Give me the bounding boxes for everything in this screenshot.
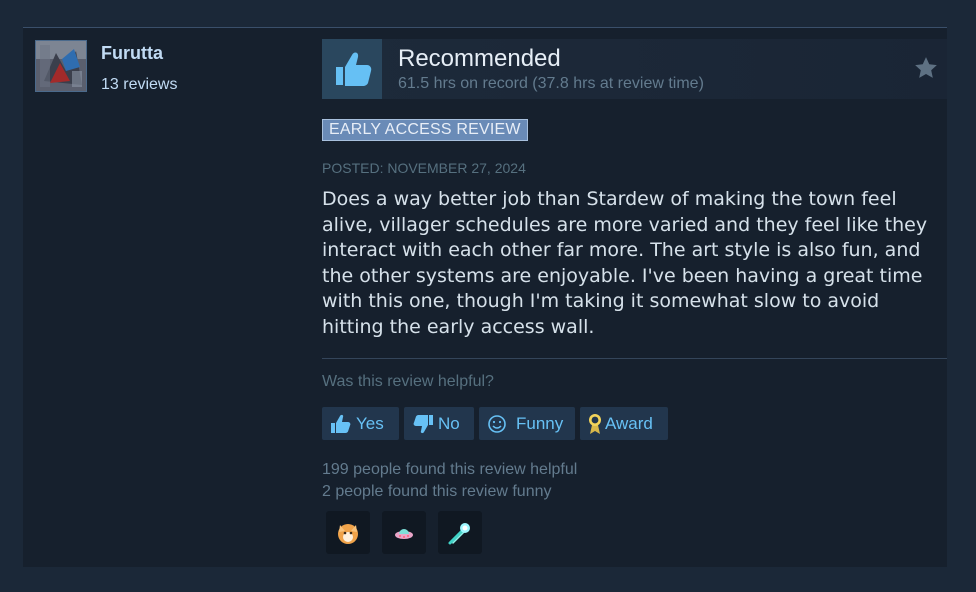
award-label: Award — [605, 413, 653, 433]
recommendation-header: Recommended 61.5 hrs on record (37.8 hrs… — [322, 39, 947, 99]
fox-award-icon[interactable] — [326, 511, 370, 554]
comet-award-icon[interactable] — [438, 511, 482, 554]
reviewer-name[interactable]: Furutta — [101, 43, 163, 64]
avatar-image — [36, 41, 86, 91]
award-button[interactable]: Award — [580, 407, 668, 440]
vote-funny-label: Funny — [516, 413, 564, 433]
vote-yes-button[interactable]: Yes — [322, 407, 399, 440]
recommendation-title: Recommended — [398, 45, 561, 72]
smiley-icon — [488, 414, 506, 433]
alien-ship-award-icon[interactable] — [382, 511, 426, 554]
hours-on-record: 61.5 hrs on record (37.8 hrs at review t… — [398, 75, 704, 92]
reviewer-review-count[interactable]: 13 reviews — [101, 76, 177, 94]
divider — [322, 358, 947, 359]
vote-yes-label: Yes — [356, 413, 384, 433]
early-access-badge: EARLY ACCESS REVIEW — [322, 119, 528, 141]
review-text: Does a way better job than Stardew of ma… — [322, 188, 928, 338]
posted-date: POSTED: NOVEMBER 27, 2024 — [322, 160, 526, 176]
vote-funny-button[interactable]: Funny — [479, 407, 575, 440]
vote-no-button[interactable]: No — [404, 407, 474, 440]
review-card: Furutta 13 reviews Recommended 61.5 hrs … — [23, 27, 947, 567]
thumbs-up-icon — [322, 39, 382, 99]
avatar[interactable] — [35, 40, 87, 92]
helpful-count: 199 people found this review helpful — [322, 461, 578, 478]
award-ribbon-icon — [589, 413, 601, 434]
star-icon[interactable] — [913, 55, 939, 86]
vote-no-label: No — [438, 413, 460, 433]
thumbs-down-icon — [413, 414, 433, 433]
helpful-question: Was this review helpful? — [322, 373, 494, 390]
thumbs-up-icon — [331, 414, 351, 433]
funny-count: 2 people found this review funny — [322, 483, 552, 500]
